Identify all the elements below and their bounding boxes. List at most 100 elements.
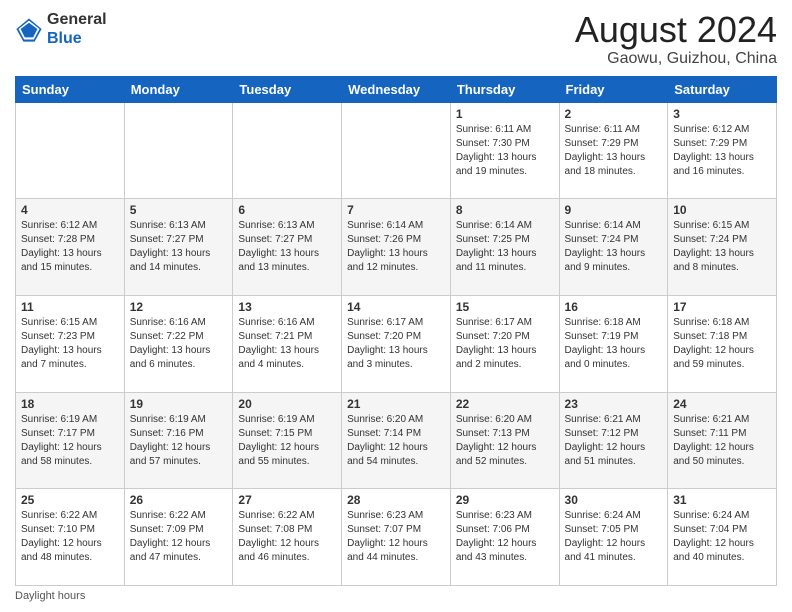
day-number: 24 <box>673 397 771 411</box>
day-number: 15 <box>456 300 554 314</box>
calendar-cell: 7 Sunrise: 6:14 AM Sunset: 7:26 PM Daylig… <box>342 199 451 296</box>
calendar-cell: 31 Sunrise: 6:24 AM Sunset: 7:04 PM Dayli… <box>668 489 777 586</box>
day-info: Sunrise: 6:14 AM Sunset: 7:25 PM Dayligh… <box>456 219 554 275</box>
day-number: 17 <box>673 300 771 314</box>
calendar-cell: 23 Sunrise: 6:21 AM Sunset: 7:12 PM Dayli… <box>559 392 668 489</box>
day-info: Sunrise: 6:13 AM Sunset: 7:27 PM Dayligh… <box>130 219 228 275</box>
day-number: 26 <box>130 493 228 507</box>
calendar-cell <box>124 102 233 199</box>
day-info: Sunrise: 6:24 AM Sunset: 7:04 PM Dayligh… <box>673 509 771 565</box>
main-title: August 2024 <box>575 10 777 50</box>
day-info: Sunrise: 6:24 AM Sunset: 7:05 PM Dayligh… <box>565 509 663 565</box>
day-number: 11 <box>21 300 119 314</box>
day-info: Sunrise: 6:14 AM Sunset: 7:26 PM Dayligh… <box>347 219 445 275</box>
calendar-cell: 26 Sunrise: 6:22 AM Sunset: 7:09 PM Dayli… <box>124 489 233 586</box>
calendar-day-header: Thursday <box>450 76 559 102</box>
day-info: Sunrise: 6:18 AM Sunset: 7:19 PM Dayligh… <box>565 316 663 372</box>
calendar-week-row: 18Sunrise: 6:19 AM Sunset: 7:17 PM Dayli… <box>16 392 777 489</box>
day-info: Sunrise: 6:12 AM Sunset: 7:28 PM Dayligh… <box>21 219 119 275</box>
day-number: 28 <box>347 493 445 507</box>
page: General Blue August 2024 Gaowu, Guizhou,… <box>0 0 792 612</box>
day-number: 9 <box>565 203 663 217</box>
day-info: Sunrise: 6:13 AM Sunset: 7:27 PM Dayligh… <box>238 219 336 275</box>
day-number: 27 <box>238 493 336 507</box>
day-number: 29 <box>456 493 554 507</box>
title-block: August 2024 Gaowu, Guizhou, China <box>575 10 777 68</box>
calendar-day-header: Monday <box>124 76 233 102</box>
day-info: Sunrise: 6:21 AM Sunset: 7:12 PM Dayligh… <box>565 413 663 469</box>
calendar-day-header: Tuesday <box>233 76 342 102</box>
calendar-day-header: Saturday <box>668 76 777 102</box>
calendar-cell: 29Sunrise: 6:23 AM Sunset: 7:06 PM Dayli… <box>450 489 559 586</box>
day-info: Sunrise: 6:16 AM Sunset: 7:21 PM Dayligh… <box>238 316 336 372</box>
calendar-cell: 8 Sunrise: 6:14 AM Sunset: 7:25 PM Daylig… <box>450 199 559 296</box>
calendar-cell: 19 Sunrise: 6:19 AM Sunset: 7:16 PM Dayli… <box>124 392 233 489</box>
calendar-week-row: 11 Sunrise: 6:15 AM Sunset: 7:23 PM Dayli… <box>16 295 777 392</box>
calendar-day-header: Friday <box>559 76 668 102</box>
calendar-cell: 11 Sunrise: 6:15 AM Sunset: 7:23 PM Dayli… <box>16 295 125 392</box>
calendar-week-row: 1 Sunrise: 6:11 AM Sunset: 7:30 PM Daylig… <box>16 102 777 199</box>
day-number: 10 <box>673 203 771 217</box>
calendar-cell <box>16 102 125 199</box>
day-number: 2 <box>565 107 663 121</box>
day-info: Sunrise: 6:15 AM Sunset: 7:23 PM Dayligh… <box>21 316 119 372</box>
day-number: 31 <box>673 493 771 507</box>
day-info: Sunrise: 6:22 AM Sunset: 7:09 PM Dayligh… <box>130 509 228 565</box>
day-number: 13 <box>238 300 336 314</box>
day-number: 7 <box>347 203 445 217</box>
calendar-cell: 25Sunrise: 6:22 AM Sunset: 7:10 PM Dayli… <box>16 489 125 586</box>
day-number: 12 <box>130 300 228 314</box>
day-info: Sunrise: 6:21 AM Sunset: 7:11 PM Dayligh… <box>673 413 771 469</box>
calendar-cell: 17Sunrise: 6:18 AM Sunset: 7:18 PM Dayli… <box>668 295 777 392</box>
calendar-cell: 3Sunrise: 6:12 AM Sunset: 7:29 PM Daylig… <box>668 102 777 199</box>
calendar-week-row: 4 Sunrise: 6:12 AM Sunset: 7:28 PM Daylig… <box>16 199 777 296</box>
logo-text: General Blue <box>47 10 107 48</box>
day-info: Sunrise: 6:16 AM Sunset: 7:22 PM Dayligh… <box>130 316 228 372</box>
day-number: 3 <box>673 107 771 121</box>
day-info: Sunrise: 6:17 AM Sunset: 7:20 PM Dayligh… <box>347 316 445 372</box>
calendar-cell: 28 Sunrise: 6:23 AM Sunset: 7:07 PM Dayli… <box>342 489 451 586</box>
calendar-cell: 2 Sunrise: 6:11 AM Sunset: 7:29 PM Daylig… <box>559 102 668 199</box>
day-info: Sunrise: 6:11 AM Sunset: 7:29 PM Dayligh… <box>565 123 663 179</box>
calendar-cell: 20 Sunrise: 6:19 AM Sunset: 7:15 PM Dayli… <box>233 392 342 489</box>
calendar-header-row: SundayMondayTuesdayWednesdayThursdayFrid… <box>16 76 777 102</box>
calendar-cell: 1 Sunrise: 6:11 AM Sunset: 7:30 PM Daylig… <box>450 102 559 199</box>
calendar-cell: 30 Sunrise: 6:24 AM Sunset: 7:05 PM Dayli… <box>559 489 668 586</box>
day-info: Sunrise: 6:23 AM Sunset: 7:07 PM Dayligh… <box>347 509 445 565</box>
calendar-cell: 5Sunrise: 6:13 AM Sunset: 7:27 PM Daylig… <box>124 199 233 296</box>
calendar-cell: 22Sunrise: 6:20 AM Sunset: 7:13 PM Dayli… <box>450 392 559 489</box>
calendar-cell: 24 Sunrise: 6:21 AM Sunset: 7:11 PM Dayli… <box>668 392 777 489</box>
day-info: Sunrise: 6:17 AM Sunset: 7:20 PM Dayligh… <box>456 316 554 372</box>
calendar-day-header: Sunday <box>16 76 125 102</box>
calendar-cell: 21Sunrise: 6:20 AM Sunset: 7:14 PM Dayli… <box>342 392 451 489</box>
day-number: 30 <box>565 493 663 507</box>
day-info: Sunrise: 6:19 AM Sunset: 7:15 PM Dayligh… <box>238 413 336 469</box>
day-info: Sunrise: 6:11 AM Sunset: 7:30 PM Dayligh… <box>456 123 554 179</box>
calendar-cell <box>233 102 342 199</box>
day-number: 4 <box>21 203 119 217</box>
day-number: 16 <box>565 300 663 314</box>
day-number: 1 <box>456 107 554 121</box>
calendar-week-row: 25Sunrise: 6:22 AM Sunset: 7:10 PM Dayli… <box>16 489 777 586</box>
calendar-cell: 27Sunrise: 6:22 AM Sunset: 7:08 PM Dayli… <box>233 489 342 586</box>
day-number: 22 <box>456 397 554 411</box>
calendar-cell: 4 Sunrise: 6:12 AM Sunset: 7:28 PM Daylig… <box>16 199 125 296</box>
calendar-table: SundayMondayTuesdayWednesdayThursdayFrid… <box>15 76 777 586</box>
day-number: 14 <box>347 300 445 314</box>
day-info: Sunrise: 6:15 AM Sunset: 7:24 PM Dayligh… <box>673 219 771 275</box>
day-number: 8 <box>456 203 554 217</box>
logo: General Blue <box>15 10 107 48</box>
day-info: Sunrise: 6:19 AM Sunset: 7:17 PM Dayligh… <box>21 413 119 469</box>
day-number: 25 <box>21 493 119 507</box>
generalblue-logo-icon <box>15 15 43 43</box>
subtitle: Gaowu, Guizhou, China <box>575 50 777 68</box>
day-info: Sunrise: 6:19 AM Sunset: 7:16 PM Dayligh… <box>130 413 228 469</box>
day-number: 19 <box>130 397 228 411</box>
day-info: Sunrise: 6:20 AM Sunset: 7:14 PM Dayligh… <box>347 413 445 469</box>
calendar-cell: 6 Sunrise: 6:13 AM Sunset: 7:27 PM Daylig… <box>233 199 342 296</box>
day-number: 23 <box>565 397 663 411</box>
day-number: 20 <box>238 397 336 411</box>
day-number: 6 <box>238 203 336 217</box>
logo-blue: Blue <box>47 30 82 47</box>
calendar-cell: 12 Sunrise: 6:16 AM Sunset: 7:22 PM Dayli… <box>124 295 233 392</box>
